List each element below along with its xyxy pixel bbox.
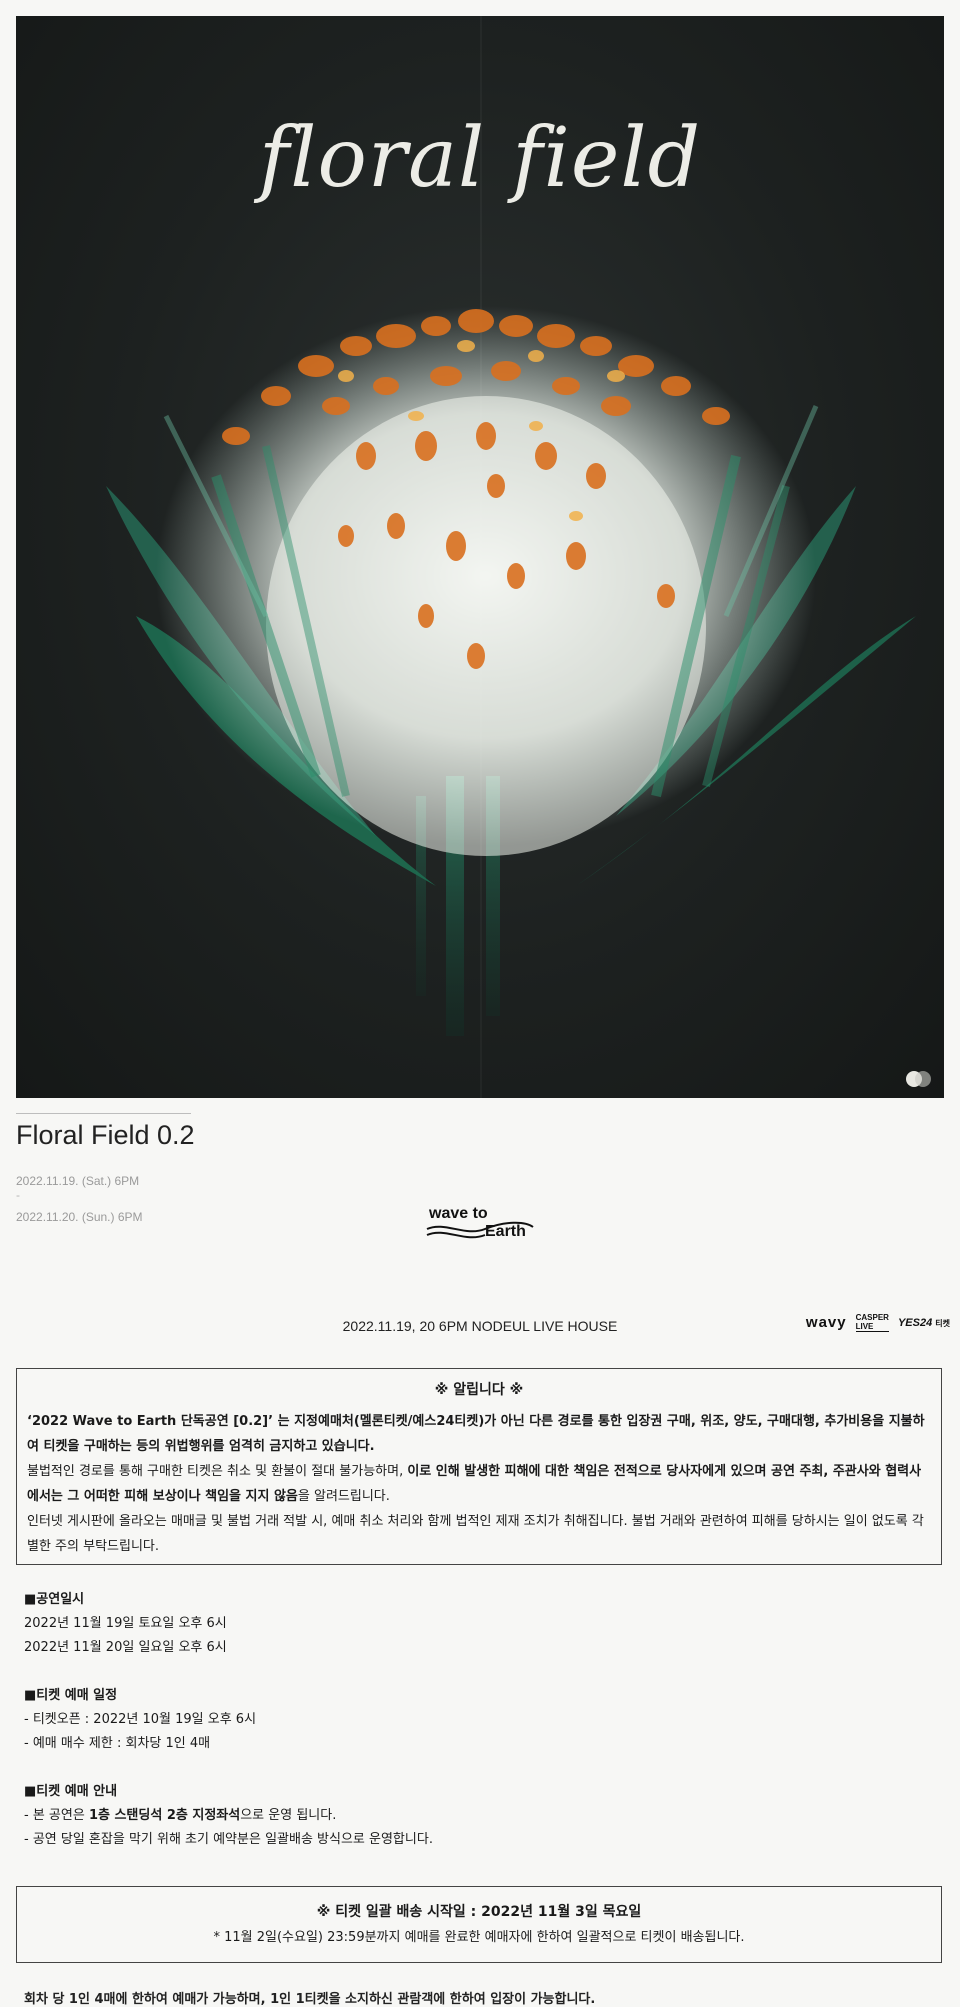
performance-schedule: ■공연일시 2022년 11월 19일 토요일 오후 6시 2022년 11월 … xyxy=(24,1588,227,1660)
wavy-logo: wavy xyxy=(805,1314,847,1331)
notice-p2-tail: 을 알려드립니다. xyxy=(297,1489,390,1504)
notice-paragraph-3: 인터넷 게시판에 올라오는 매매글 및 불법 거래 적발 시, 예매 취소 처리… xyxy=(27,1514,924,1554)
delivery-title: ※ 티켓 일괄 배송 시작일 : 2022년 11월 3일 목요일 xyxy=(316,1904,642,1920)
casper-live-logo: CASPER LIVE xyxy=(855,1313,889,1332)
notice-box: ※ 알립니다 ※ ‘2022 Wave to Earth 단독공연 [0.2]’… xyxy=(16,1368,942,1565)
yes24-logo: YES24 티켓 xyxy=(898,1317,950,1329)
event-title: Floral Field 0.2 xyxy=(16,1120,195,1150)
schedule-line-2: 2022년 11월 20일 일요일 오후 6시 xyxy=(24,1640,227,1655)
notice-title: ※ 알립니다 ※ xyxy=(434,1382,524,1398)
band-logo: wave to Earth xyxy=(425,1203,535,1245)
booking-info-line-2: - 공연 당일 혼잡을 막기 위해 초기 예약분은 일괄배송 방식으로 운영합니… xyxy=(24,1832,433,1847)
title-divider xyxy=(16,1113,191,1114)
booking-info-line-1-pre: - 본 공연은 xyxy=(24,1808,89,1823)
casper-logo-bottom: LIVE xyxy=(855,1322,874,1331)
booking-info: ■티켓 예매 안내 - 본 공연은 1층 스탠딩석 2층 지정좌석으로 운영 됩… xyxy=(24,1780,433,1852)
poster-title: floral field xyxy=(258,111,702,206)
booking-info-line-1-post: 으로 운영 됩니다. xyxy=(240,1808,337,1823)
casper-logo-top: CASPER xyxy=(855,1313,889,1322)
ticket-limit-text: 회차 당 1인 4매에 한하여 예매가 가능하며, 1인 1티켓을 소지하신 관… xyxy=(24,1992,596,2007)
booking-info-heading: ■티켓 예매 안내 xyxy=(24,1784,118,1799)
notice-p2-normal: 불법적인 경로를 통해 구매한 티켓은 취소 및 환불이 절대 불가능하며, xyxy=(27,1464,408,1479)
booking-schedule-heading: ■티켓 예매 일정 xyxy=(24,1688,118,1703)
booking-info-line-1-bold: 1층 스탠딩석 2층 지정좌석 xyxy=(88,1808,241,1823)
booking-schedule: ■티켓 예매 일정 - 티켓오픈 : 2022년 10월 19일 오후 6시 -… xyxy=(24,1684,256,1756)
notice-paragraph-1: ‘2022 Wave to Earth 단독공연 [0.2]’ 는 지정예매처(… xyxy=(27,1414,925,1454)
poster-corner-logo-icon xyxy=(906,1070,932,1088)
booking-schedule-line-1: - 티켓오픈 : 2022년 10월 19일 오후 6시 xyxy=(24,1712,257,1727)
date-separator: - xyxy=(16,1188,20,1202)
booking-schedule-line-2: - 예매 매수 제한 : 회차당 1인 4매 xyxy=(24,1736,211,1751)
booking-info-line-1: - 본 공연은 1층 스탠딩석 2층 지정좌석으로 운영 됩니다. xyxy=(24,1804,433,1828)
wave-icon xyxy=(426,1221,534,1239)
poster-image: floral field xyxy=(16,16,944,1098)
delivery-subtext: * 11월 2일(수요일) 23:59분까지 예매를 완료한 예매자에 한하여 … xyxy=(213,1930,745,1945)
sponsor-logos: wavy CASPER LIVE YES24 티켓 xyxy=(806,1313,950,1332)
yes24-logo-text: YES24 xyxy=(897,1316,933,1329)
notice-paragraph-2: 불법적인 경로를 통해 구매한 티켓은 취소 및 환불이 절대 불가능하며, 이… xyxy=(27,1459,931,1509)
schedule-line-1: 2022년 11월 19일 토요일 오후 6시 xyxy=(24,1616,227,1631)
schedule-heading: ■공연일시 xyxy=(24,1592,85,1607)
delivery-box: ※ 티켓 일괄 배송 시작일 : 2022년 11월 3일 목요일 * 11월 … xyxy=(16,1886,942,1963)
event-date-2: 2022.11.20. (Sun.) 6PM xyxy=(16,1210,143,1224)
yes24-logo-suffix: 티켓 xyxy=(935,1318,950,1328)
event-date-1: 2022.11.19. (Sat.) 6PM xyxy=(16,1174,140,1188)
